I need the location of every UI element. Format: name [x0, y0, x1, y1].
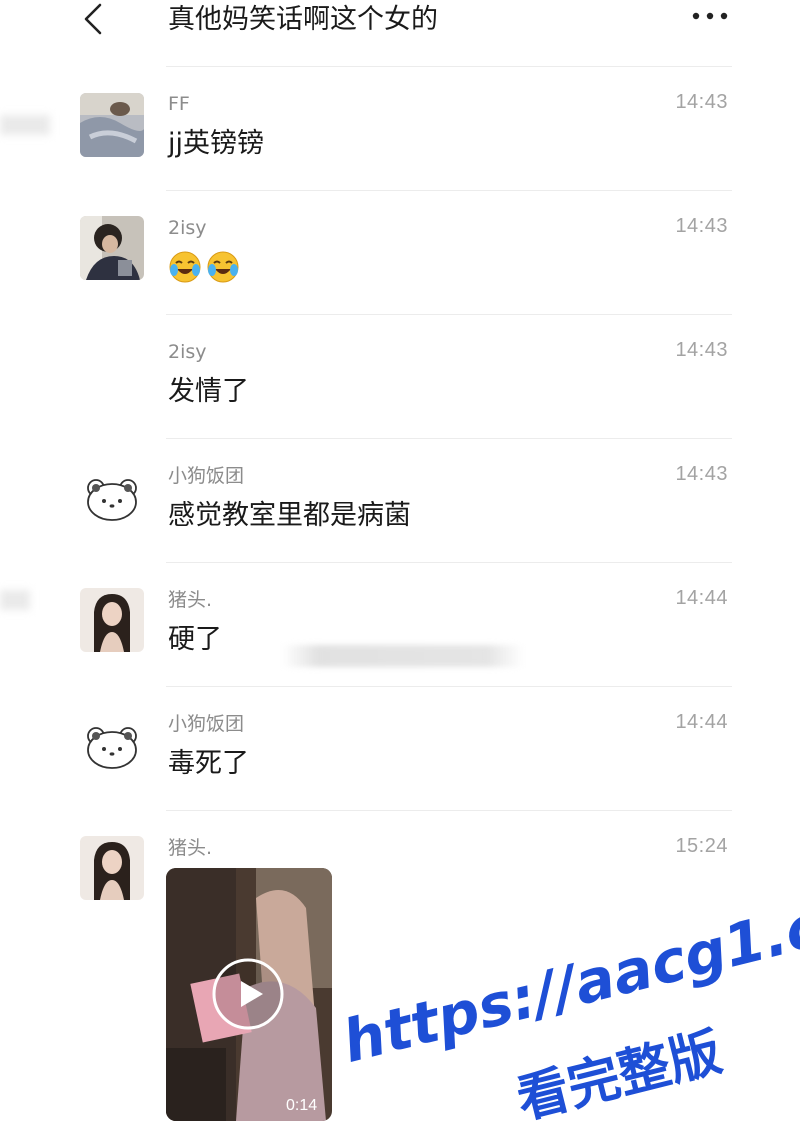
- avatar[interactable]: [80, 588, 144, 652]
- more-dots-icon: [692, 12, 728, 20]
- divider: [166, 438, 732, 439]
- chat-header: 真他妈笑话啊这个女的: [0, 0, 800, 50]
- sender-name: 2isy: [168, 217, 207, 239]
- message-time: 14:44: [675, 711, 728, 733]
- sender-name: 小狗饭团: [168, 713, 245, 735]
- message-item[interactable]: 猪头. 15:24: [0, 810, 800, 1121]
- message-item[interactable]: FF 14:43 jj英镑镑: [0, 66, 800, 190]
- message-time: 14:43: [675, 339, 728, 361]
- message-text: 感觉教室里都是病菌: [168, 500, 411, 531]
- message-time: 14:44: [675, 587, 728, 609]
- message-text: jj英镑镑: [168, 128, 265, 159]
- sleeping-photo-icon: [80, 93, 144, 157]
- back-button[interactable]: [78, 2, 106, 36]
- sender-name: 猪头.: [168, 837, 213, 859]
- avatar[interactable]: [80, 216, 144, 280]
- message-item[interactable]: 小狗饭团 14:43 感觉教室里都是病菌: [0, 438, 800, 562]
- message-time: 15:24: [675, 835, 728, 857]
- sender-name: FF: [168, 93, 190, 115]
- divider: [166, 686, 732, 687]
- chat-title: 真他妈笑话啊这个女的: [168, 4, 438, 35]
- avatar[interactable]: [80, 466, 144, 530]
- sender-name: 猪头.: [168, 589, 213, 611]
- chevron-left-icon: [84, 3, 102, 35]
- person-photo-icon: [80, 216, 144, 280]
- more-options-button[interactable]: [690, 6, 730, 26]
- divider: [166, 190, 732, 191]
- blurred-region: [282, 645, 524, 667]
- message-text: 硬了: [168, 624, 222, 655]
- message-text: 毒死了: [168, 748, 249, 779]
- laughing-crying-emoji-icon: [168, 250, 202, 284]
- laughing-crying-emoji-icon: [206, 250, 240, 284]
- avatar[interactable]: [80, 836, 144, 900]
- play-icon: [212, 958, 284, 1030]
- message-time: 14:43: [675, 91, 728, 113]
- avatar[interactable]: [80, 93, 144, 157]
- play-button[interactable]: [212, 958, 284, 1030]
- avatar[interactable]: [80, 714, 144, 778]
- message-item[interactable]: 小狗饭团 14:44 毒死了: [0, 686, 800, 810]
- message-time: 14:43: [675, 215, 728, 237]
- bear-icon: [80, 466, 144, 530]
- video-thumbnail[interactable]: 0:14: [166, 868, 332, 1121]
- divider: [166, 562, 732, 563]
- message-text: 发情了: [168, 376, 249, 407]
- bear-icon: [80, 714, 144, 778]
- message-time: 14:43: [675, 463, 728, 485]
- message-item[interactable]: 2isy 14:43: [0, 190, 800, 314]
- divider: [166, 810, 732, 811]
- divider: [166, 66, 732, 67]
- video-duration: 0:14: [286, 1097, 318, 1114]
- emoji-row: [168, 250, 240, 284]
- sender-name: 小狗饭团: [168, 465, 245, 487]
- message-item[interactable]: 猪头. 14:44 硬了: [0, 562, 800, 686]
- message-item[interactable]: 2isy 14:43 发情了: [0, 314, 800, 438]
- divider: [166, 314, 732, 315]
- girl-photo-icon: [80, 588, 144, 652]
- girl-photo-icon: [80, 836, 144, 900]
- sender-name: 2isy: [168, 341, 207, 363]
